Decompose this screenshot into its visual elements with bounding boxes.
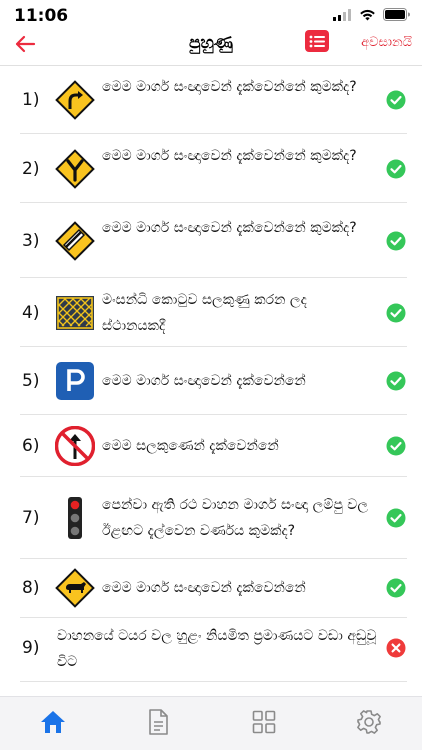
traffic-light-sign: [68, 497, 82, 539]
row-divider: [20, 681, 407, 682]
question-number: 6): [22, 436, 40, 456]
question-row-5[interactable]: 5) මෙම මාර්ග සංඥාවෙන් දැක්වෙන්නේ: [0, 347, 422, 415]
status-bar: 11:06: [0, 0, 422, 30]
correct-check-icon: [386, 90, 406, 110]
question-row-3[interactable]: 3) මෙම මාර්ග සංඥාවෙන් දැක්වෙන්නේ කුමක්ද?: [0, 203, 422, 278]
question-list[interactable]: 1) මෙම මාර්ග සංඥාවෙන් දැක්වෙන්නේ කුමක්ද?…: [0, 66, 422, 696]
question-number: 4): [22, 303, 40, 323]
end-quiz-button[interactable]: අවසානයි: [361, 35, 412, 50]
parking-sign: [56, 362, 94, 400]
question-number: 8): [22, 578, 40, 598]
question-text: මෙම මාර්ග සංඥාවෙන් දැක්වෙන්නේ: [102, 373, 306, 389]
yellow-box-junction-sign: [56, 296, 94, 330]
question-number: 7): [22, 508, 40, 528]
cellular-signal-icon: [333, 8, 351, 21]
question-number: 9): [22, 638, 40, 658]
question-text: මෙම මාර්ග සංඥාවෙන් දැක්වෙන්නේ කුමක්ද?: [102, 79, 357, 95]
correct-check-icon: [386, 436, 406, 456]
status-time: 11:06: [14, 6, 69, 26]
question-row-4[interactable]: 4) මංසන්ධි කොටුව සලකුණු කරන ලද ස්ථානයකදී: [0, 278, 422, 347]
question-row-9[interactable]: 9) වාහනයේ ටයර වල හුළං නියමිත ප්‍රමාණයට ව…: [0, 618, 422, 696]
question-number: 1): [22, 90, 40, 110]
correct-check-icon: [386, 303, 406, 323]
document-icon: [149, 709, 168, 735]
wrong-cross-icon: [386, 638, 406, 658]
grid-icon: [252, 710, 276, 734]
list-icon: [309, 35, 325, 47]
tab-home[interactable]: [38, 707, 68, 737]
question-text: වාහනයේ ටයර වල හුළං නියමිත ප්‍රමාණයට වඩා …: [57, 628, 377, 670]
tab-settings[interactable]: [354, 707, 384, 737]
question-text: මෙම මාර්ග සංඥාවෙන් දැක්වෙන්නේ කුමක්ද?: [102, 220, 357, 236]
question-number: 2): [22, 159, 40, 179]
question-row-1[interactable]: 1) මෙම මාර්ග සංඥාවෙන් දැක්වෙන්නේ කුමක්ද?: [0, 66, 422, 134]
correct-check-icon: [386, 508, 406, 528]
question-text: මෙම සලකුණෙන් දැක්වෙන්නේ: [102, 438, 279, 454]
wifi-icon: [360, 9, 375, 20]
home-icon: [41, 711, 65, 733]
tab-bar: [0, 696, 422, 750]
correct-check-icon: [386, 371, 406, 391]
page-title: පුහුණු: [189, 33, 233, 53]
question-number: 3): [22, 231, 40, 251]
question-row-8[interactable]: 8) මෙම මාර්ග සංඥාවෙන් දැක්වෙන්නේ: [0, 559, 422, 618]
major-road-ahead-sign: [55, 221, 95, 261]
cattle-crossing-warning-sign: [55, 568, 95, 608]
correct-check-icon: [386, 159, 406, 179]
question-list-button[interactable]: [305, 30, 329, 52]
settings-gear-icon: [357, 710, 381, 734]
question-row-6[interactable]: 6) මෙම සලකුණෙන් දැක්වෙන්නේ: [0, 415, 422, 477]
back-arrow-icon: [15, 35, 36, 53]
question-row-7[interactable]: 7) පෙන්වා ඇති රථ වාහන මාර්ග සංඥා ලම්පු ව…: [0, 477, 422, 559]
question-number: 5): [22, 371, 40, 391]
correct-check-icon: [386, 578, 406, 598]
status-icons: [333, 8, 410, 21]
question-text: පෙන්වා ඇති රථ වාහන මාර්ග සංඥා ලම්පු වල ඊ…: [102, 497, 369, 539]
question-text: මෙම මාර්ග සංඥාවෙන් දැක්වෙන්නේ: [102, 580, 306, 596]
back-button[interactable]: [10, 31, 40, 57]
correct-check-icon: [386, 231, 406, 251]
no-straight-ahead-sign: [55, 426, 95, 466]
navigation-bar: පුහුණු අවසානයි: [0, 30, 422, 66]
battery-icon: [383, 8, 410, 21]
question-text: මෙම මාර්ග සංඥාවෙන් දැක්වෙන්නේ කුමක්ද?: [102, 148, 357, 164]
curve-right-warning-sign: [55, 80, 95, 120]
question-row-2[interactable]: 2) මෙම මාර්ග සංඥාවෙන් දැක්වෙන්නේ කුමක්ද?: [0, 134, 422, 203]
question-text: මංසන්ධි කොටුව සලකුණු කරන ලද ස්ථානයකදී: [102, 292, 307, 334]
tab-grid[interactable]: [249, 707, 279, 737]
y-junction-warning-sign: [55, 149, 95, 189]
tab-documents[interactable]: [143, 707, 173, 737]
